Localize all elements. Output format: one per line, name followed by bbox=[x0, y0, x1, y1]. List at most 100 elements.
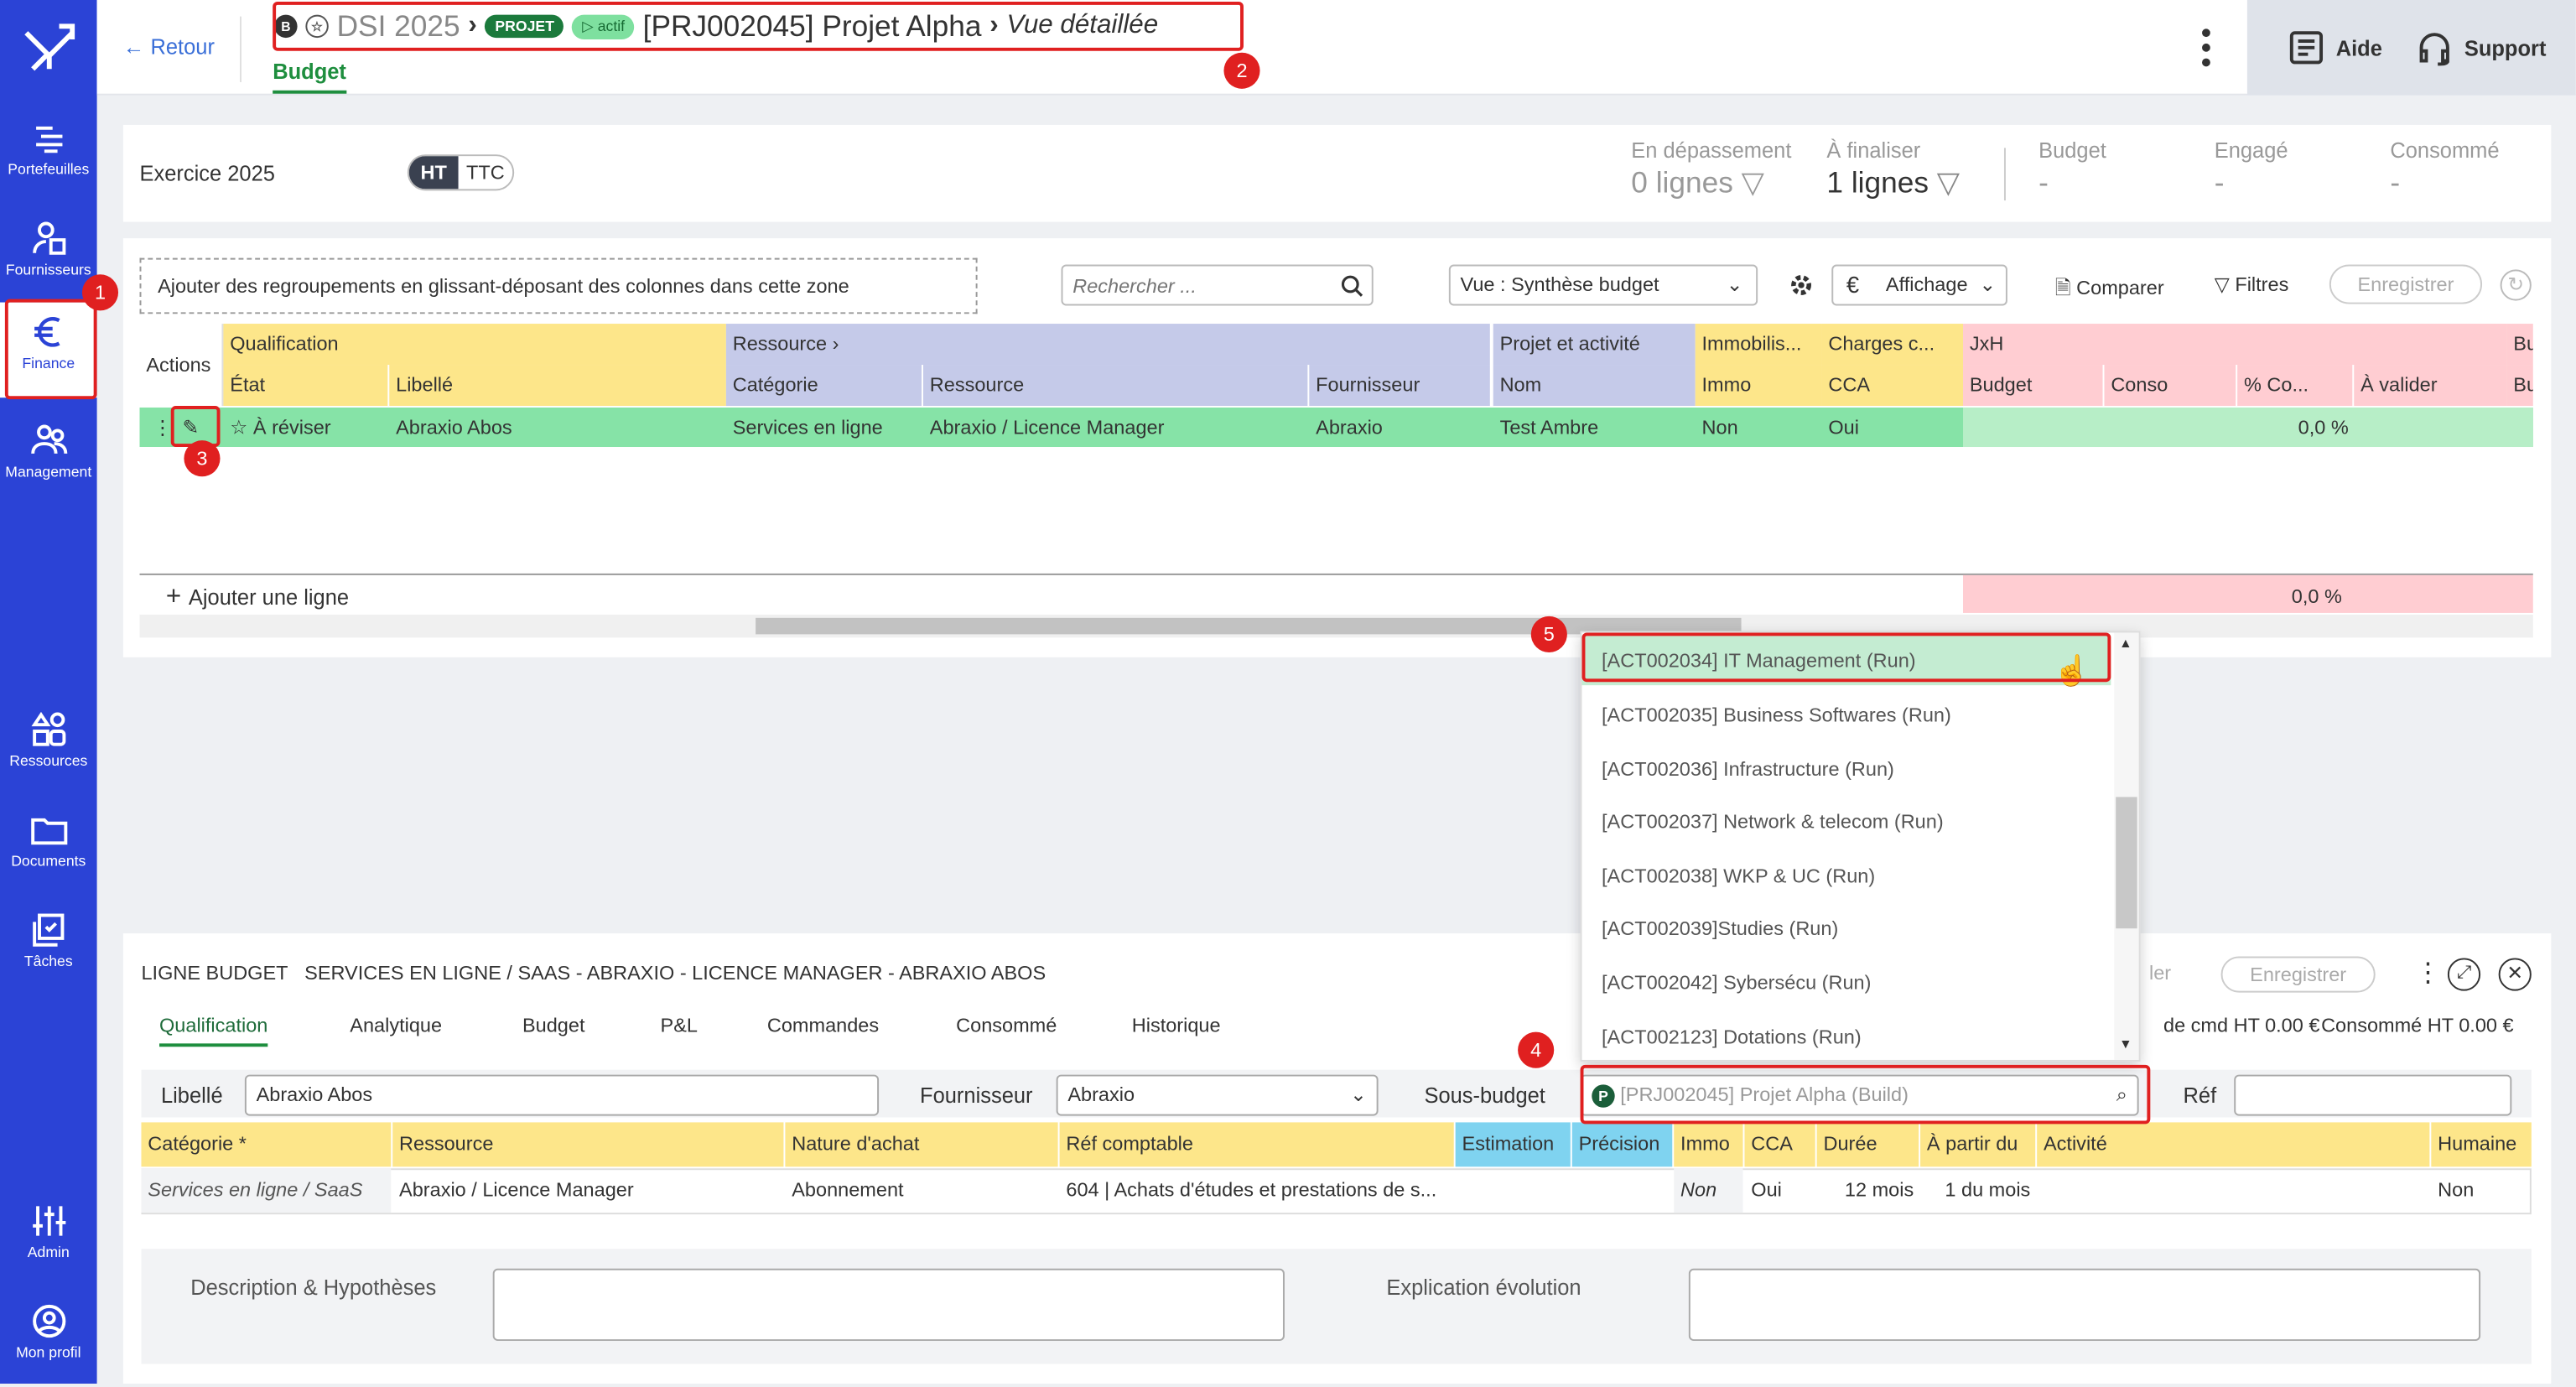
form-save-button[interactable]: Enregistrer bbox=[2220, 956, 2376, 993]
sidebar-item-profil[interactable]: Mon profil bbox=[0, 1291, 97, 1387]
col-conso[interactable]: Conso bbox=[2104, 365, 2236, 407]
fcell-apartir[interactable]: 1 du mois bbox=[1920, 1168, 2035, 1213]
highlight-sousbudget bbox=[1580, 1064, 2151, 1125]
headset-icon[interactable] bbox=[2415, 28, 2454, 67]
form-tab-consomme[interactable]: Consommé bbox=[956, 1014, 1057, 1036]
ttc-option[interactable]: TTC bbox=[459, 156, 513, 189]
total-band bbox=[1963, 574, 2533, 613]
dropdown-option[interactable]: [ACT002038] WKP & UC (Run) bbox=[1582, 851, 2111, 901]
view-select[interactable]: Vue : Synthèse budget ⌄ bbox=[1448, 264, 1758, 306]
form-tab-budget[interactable]: Budget bbox=[522, 1014, 585, 1036]
col-nom[interactable]: Nom bbox=[1493, 365, 1696, 407]
chevron-right-icon[interactable]: › bbox=[833, 332, 839, 355]
row-kebab-icon[interactable]: ⋮ bbox=[146, 408, 169, 447]
filter-icon[interactable]: ▽ bbox=[1742, 166, 1764, 199]
col-cca[interactable]: CCA bbox=[1821, 365, 1964, 407]
form-tab-historique[interactable]: Historique bbox=[1132, 1014, 1221, 1036]
dropdown-option[interactable]: [ACT002035] Business Softwares (Run) bbox=[1582, 690, 2111, 740]
close-icon[interactable]: ✕ bbox=[2498, 958, 2532, 991]
group-bu[interactable]: Bu bbox=[2506, 324, 2533, 366]
col-fournisseur[interactable]: Fournisseur bbox=[1309, 365, 1490, 407]
save-button[interactable]: Enregistrer bbox=[2329, 264, 2483, 304]
scroll-up-icon[interactable]: ▲ bbox=[2119, 636, 2132, 651]
ht-option[interactable]: HT bbox=[408, 156, 459, 190]
kpi-engage-value: - bbox=[2214, 165, 2225, 200]
fournisseur-label: Fournisseur bbox=[920, 1083, 1033, 1108]
fcell-immo[interactable]: Non bbox=[1674, 1168, 1743, 1213]
dropdown-option[interactable]: [ACT002039]Studies (Run) bbox=[1582, 904, 2111, 953]
form-tab-pl[interactable]: P&L bbox=[661, 1014, 698, 1036]
group-projet[interactable]: Projet et activité bbox=[1493, 324, 1696, 366]
kpi-finalize[interactable]: À finaliser 1 lignes ▽ bbox=[1826, 138, 1959, 200]
search-icon[interactable] bbox=[1341, 274, 1363, 297]
kebab-menu-icon[interactable]: ⋮ bbox=[2415, 956, 2441, 989]
sidebar-item-portefeuilles[interactable]: Portefeuilles bbox=[0, 108, 97, 204]
app-logo-icon[interactable] bbox=[17, 20, 82, 80]
book-icon[interactable] bbox=[2287, 28, 2326, 67]
fcell-refcompta[interactable]: 604 | Achats d'études et prestations de … bbox=[1060, 1168, 1454, 1213]
col-immo[interactable]: Immo bbox=[1695, 365, 1822, 407]
fcell-duree[interactable]: 12 mois bbox=[1817, 1168, 1919, 1213]
kpi-budget: Budget - bbox=[2038, 138, 2106, 200]
sidebar-item-label: Admin bbox=[27, 1244, 70, 1261]
dropdown-option[interactable]: [ACT002036] Infrastructure (Run) bbox=[1582, 745, 2111, 794]
dropdown-scrollbar[interactable]: ▲ ▼ bbox=[2114, 632, 2139, 1060]
fournisseur-select[interactable]: Abraxio ⌄ bbox=[1056, 1074, 1379, 1116]
group-qualification[interactable]: Qualification bbox=[223, 324, 726, 366]
libelle-field[interactable]: Abraxio Abos bbox=[244, 1074, 880, 1116]
sidebar-item-management[interactable]: Management bbox=[0, 411, 97, 506]
col-pco[interactable]: % Co... bbox=[2237, 365, 2353, 407]
tab-budget[interactable]: Budget bbox=[273, 60, 346, 94]
ht-ttc-toggle[interactable]: HT TTC bbox=[407, 154, 515, 191]
col-libelle[interactable]: Libellé bbox=[389, 365, 726, 407]
sidebar-item-admin[interactable]: Admin bbox=[0, 1192, 97, 1287]
chevron-down-icon: ⌄ bbox=[1726, 273, 1743, 296]
sidebar-item-documents[interactable]: Documents bbox=[0, 800, 97, 896]
chevron-down-icon: ⌄ bbox=[1350, 1083, 1367, 1106]
dropdown-option[interactable]: [ACT002037] Network & telecom (Run) bbox=[1582, 797, 2111, 846]
fcell-cca[interactable]: Oui bbox=[1744, 1168, 1815, 1213]
refresh-icon[interactable]: ↻ bbox=[2500, 269, 2532, 301]
expand-icon[interactable]: ⤢ bbox=[2447, 958, 2481, 991]
scrollbar-thumb[interactable] bbox=[2116, 797, 2137, 929]
fcell-ressource[interactable]: Abraxio / Licence Manager bbox=[392, 1168, 783, 1213]
kebab-menu-icon[interactable] bbox=[2199, 26, 2213, 69]
help-label[interactable]: Aide bbox=[2336, 35, 2382, 60]
col-avalider[interactable]: À valider bbox=[2354, 365, 2507, 407]
dropdown-option[interactable]: [ACT002123] Dotations (Run) bbox=[1582, 1012, 2111, 1060]
col-categorie[interactable]: Catégorie bbox=[725, 365, 922, 407]
group-jxh[interactable]: JxH bbox=[1963, 324, 2507, 366]
dropdown-option[interactable]: [ACT002042] Sybersécu (Run) bbox=[1582, 958, 2111, 1007]
group-ressource[interactable]: Ressource › bbox=[725, 324, 1490, 366]
col-budget[interactable]: Budget bbox=[1963, 365, 2103, 407]
sidebar-item-ressources[interactable]: Ressources bbox=[0, 700, 97, 796]
group-charges[interactable]: Charges c... bbox=[1821, 324, 1964, 366]
affichage-button[interactable]: € Affichage ⌄ bbox=[1831, 264, 2007, 306]
gear-icon[interactable] bbox=[1789, 273, 1813, 297]
evo-textarea[interactable] bbox=[1688, 1268, 2481, 1342]
col-ressource[interactable]: Ressource bbox=[922, 365, 1308, 407]
sidebar-item-taches[interactable]: Tâches bbox=[0, 901, 97, 996]
search-input[interactable] bbox=[1062, 266, 1334, 304]
form-tab-qualification[interactable]: Qualification bbox=[159, 1014, 268, 1047]
fcell-categorie[interactable]: Services en ligne / SaaS bbox=[141, 1168, 392, 1213]
support-label[interactable]: Support bbox=[2464, 35, 2547, 60]
filter-icon[interactable]: ▽ bbox=[1937, 166, 1960, 199]
compare-button[interactable]: 🗎 Comparer bbox=[2055, 273, 2164, 307]
desc-textarea[interactable] bbox=[492, 1268, 1285, 1342]
group-immo[interactable]: Immobilis... bbox=[1695, 324, 1822, 366]
col-etat[interactable]: État bbox=[223, 365, 388, 407]
fcell-humaine[interactable]: Non bbox=[2431, 1168, 2531, 1213]
filters-button[interactable]: ▽ Filtres bbox=[2215, 273, 2289, 295]
ref-field[interactable] bbox=[2234, 1074, 2512, 1116]
h-scrollbar[interactable] bbox=[139, 614, 2533, 638]
scroll-down-icon[interactable]: ▼ bbox=[2119, 1037, 2132, 1052]
form-tab-analytique[interactable]: Analytique bbox=[350, 1014, 442, 1036]
form-tab-commandes[interactable]: Commandes bbox=[767, 1014, 879, 1036]
add-line-button[interactable]: + Ajouter une ligne bbox=[166, 584, 349, 613]
group-drop-zone[interactable]: Ajouter des regroupements en glissant-dé… bbox=[139, 257, 978, 314]
fcell-nature[interactable]: Abonnement bbox=[785, 1168, 1057, 1213]
kpi-over[interactable]: En dépassement 0 lignes ▽ bbox=[1631, 138, 1791, 200]
col-bu[interactable]: Bu bbox=[2506, 365, 2533, 407]
back-link[interactable]: ← Retour bbox=[123, 34, 215, 59]
